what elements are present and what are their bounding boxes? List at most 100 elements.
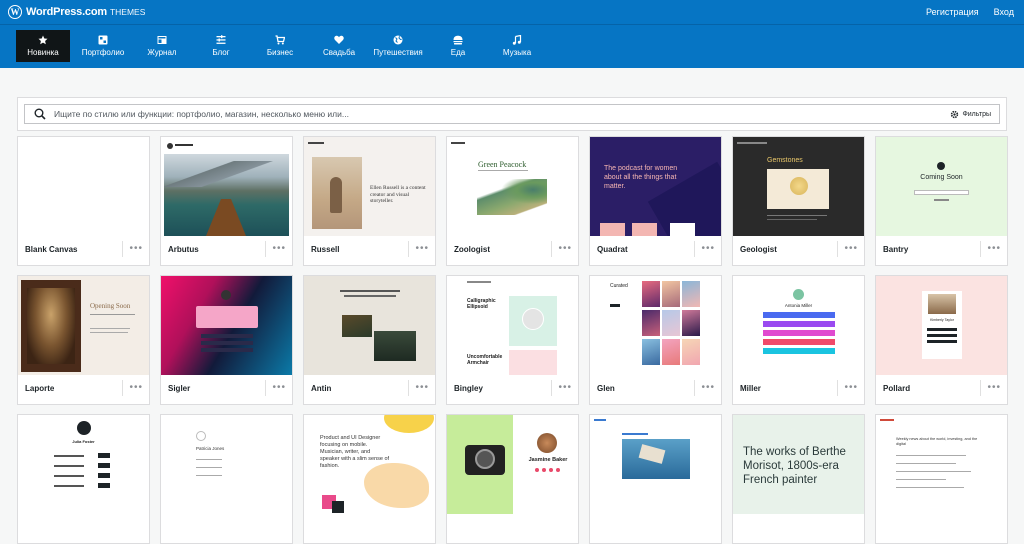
category-music[interactable]: Музыка xyxy=(500,30,534,62)
divider xyxy=(980,241,981,257)
theme-card-bingley[interactable]: Calligraphic Ellipsoid Uncomfortable Arm… xyxy=(446,275,579,405)
more-options-button[interactable]: ••• xyxy=(701,382,715,393)
theme-card[interactable]: The works of Berthe Morisot, 1800s-era F… xyxy=(732,414,865,544)
theme-card-sigler[interactable]: Sigler ••• xyxy=(160,275,293,405)
theme-preview: Patricia Jones xyxy=(161,415,292,514)
theme-preview: Weekly news about the world, investing, … xyxy=(876,415,1007,514)
miller-name: Antonia Miller xyxy=(784,303,813,308)
category-label: Бизнес xyxy=(266,48,294,57)
category-business[interactable]: Бизнес xyxy=(263,30,297,62)
theme-card-pollard[interactable]: Kimberly Taylor Pollard ••• xyxy=(875,275,1008,405)
theme-card-arbutus[interactable]: Arbutus ••• xyxy=(160,136,293,266)
search-input[interactable]: Ищите по стилю или функции: портфолио, м… xyxy=(24,104,1000,124)
more-options-button[interactable]: ••• xyxy=(272,382,286,393)
food-icon xyxy=(453,35,463,45)
category-food[interactable]: Еда xyxy=(446,30,470,62)
preview-name: Patricia Jones xyxy=(196,446,225,451)
theme-card-miller[interactable]: Antonia Miller Miller ••• xyxy=(732,275,865,405)
theme-card-laporte[interactable]: Opening Soon Laporte ••• xyxy=(17,275,150,405)
divider xyxy=(837,241,838,257)
bingley-title-1: Calligraphic Ellipsoid xyxy=(467,298,496,310)
more-options-button[interactable]: ••• xyxy=(987,382,1001,393)
brand-name: WordPress.com xyxy=(26,6,107,18)
theme-preview: Antonia Miller xyxy=(733,276,864,375)
theme-preview xyxy=(590,415,721,514)
theme-card[interactable]: Product and UI Designer focusing on mobi… xyxy=(303,414,436,544)
theme-name: Pollard xyxy=(883,384,911,393)
bantry-title: Coming Soon xyxy=(920,174,963,181)
gear-icon xyxy=(951,110,959,118)
pollard-name: Kimberly Taylor xyxy=(930,318,954,322)
blog-icon xyxy=(216,35,226,44)
russell-preview-text: Ellen Russell is a content creator and v… xyxy=(370,185,426,204)
category-new[interactable]: Новинка xyxy=(16,30,70,62)
theme-preview xyxy=(161,276,292,375)
divider xyxy=(408,380,409,396)
theme-preview: Product and UI Designer focusing on mobi… xyxy=(304,415,435,514)
theme-card[interactable]: Jasmine Baker xyxy=(446,414,579,544)
star-icon xyxy=(38,35,48,45)
music-icon xyxy=(512,35,522,45)
more-options-button[interactable]: ••• xyxy=(129,382,143,393)
divider xyxy=(551,380,552,396)
laporte-title: Opening Soon xyxy=(90,302,131,310)
portfolio-icon xyxy=(98,35,108,45)
filters-button[interactable]: Фильтры xyxy=(950,110,991,119)
category-magazine[interactable]: Журнал xyxy=(140,30,184,62)
more-options-button[interactable]: ••• xyxy=(129,243,143,254)
theme-card-blank-canvas[interactable]: Blank Canvas ••• xyxy=(17,136,150,266)
theme-card[interactable]: Patricia Jones xyxy=(160,414,293,544)
register-link[interactable]: Регистрация xyxy=(926,7,979,17)
preview-text: The works of Berthe Morisot, 1800s-era F… xyxy=(743,446,846,486)
more-options-button[interactable]: ••• xyxy=(844,243,858,254)
glen-title: Curated xyxy=(610,283,628,289)
category-portfolio[interactable]: Портфолио xyxy=(78,30,128,62)
theme-card[interactable]: Weekly news about the world, investing, … xyxy=(875,414,1008,544)
category-travel[interactable]: Путешествия xyxy=(372,30,424,62)
more-options-button[interactable]: ••• xyxy=(272,243,286,254)
theme-name: Arbutus xyxy=(168,245,199,254)
theme-card-russell[interactable]: Ellen Russell is a content creator and v… xyxy=(303,136,436,266)
theme-preview: Green Peacock xyxy=(447,137,578,236)
more-options-button[interactable]: ••• xyxy=(558,382,572,393)
login-link[interactable]: Вход xyxy=(994,7,1014,17)
theme-preview: Jasmine Baker xyxy=(447,415,578,514)
theme-name: Zoologist xyxy=(454,245,490,254)
theme-card-zoologist[interactable]: Green Peacock Zoologist ••• xyxy=(446,136,579,266)
theme-card-antin[interactable]: Antin ••• xyxy=(303,275,436,405)
theme-name: Quadrat xyxy=(597,245,628,254)
divider xyxy=(265,380,266,396)
theme-card[interactable]: Julia Foster xyxy=(17,414,150,544)
theme-preview: Opening Soon xyxy=(18,276,149,375)
theme-card-geologist[interactable]: Gemstones Geologist ••• xyxy=(732,136,865,266)
category-label: Портфолио xyxy=(81,48,125,57)
divider xyxy=(837,380,838,396)
wordpress-logo[interactable]: W WordPress.com THEMES xyxy=(8,5,145,19)
category-label: Путешествия xyxy=(373,48,423,57)
theme-card-quadrat[interactable]: The podcast for women about all the thin… xyxy=(589,136,722,266)
more-options-button[interactable]: ••• xyxy=(415,382,429,393)
category-blog[interactable]: Блог xyxy=(205,30,237,62)
theme-card[interactable] xyxy=(589,414,722,544)
theme-card-bantry[interactable]: Coming Soon Bantry ••• xyxy=(875,136,1008,266)
preview-text: Weekly news about the world, investing, … xyxy=(896,437,978,446)
more-options-button[interactable]: ••• xyxy=(558,243,572,254)
more-options-button[interactable]: ••• xyxy=(415,243,429,254)
category-label: Блог xyxy=(212,48,230,57)
theme-name: Miller xyxy=(740,384,761,393)
theme-preview: Curated xyxy=(590,276,721,375)
theme-preview: The works of Berthe Morisot, 1800s-era F… xyxy=(733,415,864,514)
theme-name: Glen xyxy=(597,384,615,393)
category-wedding[interactable]: Свадьба xyxy=(320,30,358,62)
theme-preview: Coming Soon xyxy=(876,137,1007,236)
more-options-button[interactable]: ••• xyxy=(987,243,1001,254)
wordpress-icon: W xyxy=(8,5,22,19)
more-options-button[interactable]: ••• xyxy=(844,382,858,393)
theme-preview xyxy=(161,137,292,236)
theme-name: Sigler xyxy=(168,384,191,393)
theme-name: Laporte xyxy=(25,384,55,393)
theme-preview: The podcast for women about all the thin… xyxy=(590,137,721,236)
more-options-button[interactable]: ••• xyxy=(701,243,715,254)
theme-preview xyxy=(18,137,149,236)
theme-card-glen[interactable]: Curated Glen ••• xyxy=(589,275,722,405)
